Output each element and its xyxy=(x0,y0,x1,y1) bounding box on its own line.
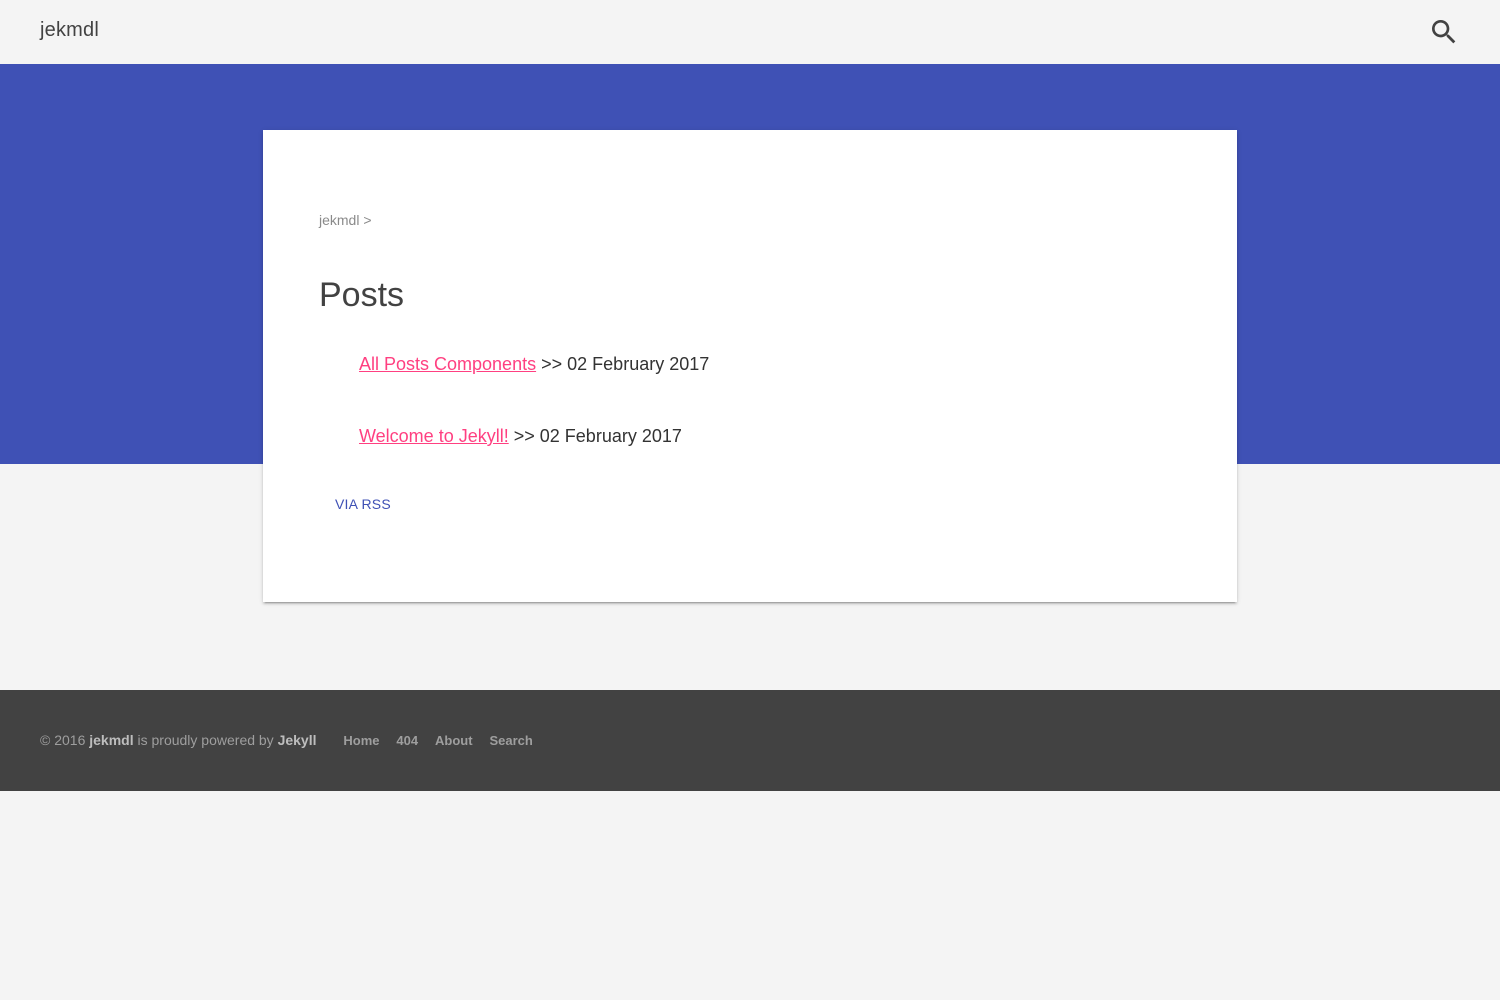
post-date: 02 February 2017 xyxy=(567,354,710,374)
post-date: 02 February 2017 xyxy=(539,426,682,446)
site-title[interactable]: jekmdl xyxy=(40,19,99,42)
footer-text: © 2016 jekmdl is proudly powered by Jeky… xyxy=(40,732,533,748)
post-list: All Posts Components >> 02 February 2017… xyxy=(359,354,709,498)
engine-name: Jekyll xyxy=(277,732,317,748)
footer-link-search[interactable]: Search xyxy=(489,733,532,748)
post-separator: >> xyxy=(541,354,563,374)
post-link[interactable]: Welcome to Jekyll! xyxy=(359,426,509,446)
footer: © 2016 jekmdl is proudly powered by Jeky… xyxy=(0,690,1500,791)
search-button[interactable] xyxy=(1428,16,1460,48)
post-link[interactable]: All Posts Components xyxy=(359,354,536,374)
breadcrumb[interactable]: jekmdl > xyxy=(319,212,372,228)
footer-links: Home 404 About Search xyxy=(330,732,532,748)
content-card: jekmdl > Posts All Posts Components >> 0… xyxy=(263,130,1237,602)
page-title: Posts xyxy=(319,276,405,314)
footer-link-about[interactable]: About xyxy=(435,733,473,748)
powered-by-text: is proudly powered by xyxy=(137,732,274,748)
copyright: © 2016 xyxy=(40,732,86,748)
search-icon xyxy=(1432,20,1456,44)
footer-link-home[interactable]: Home xyxy=(343,733,379,748)
footer-link-404[interactable]: 404 xyxy=(396,733,418,748)
list-item: Welcome to Jekyll! >> 02 February 2017 xyxy=(359,426,709,498)
footer-site-name: jekmdl xyxy=(89,732,134,748)
top-app-bar: jekmdl xyxy=(0,0,1500,64)
list-item: All Posts Components >> 02 February 2017 xyxy=(359,354,709,426)
rss-button[interactable]: VIA RSS xyxy=(323,494,403,514)
post-separator: >> xyxy=(513,426,535,446)
